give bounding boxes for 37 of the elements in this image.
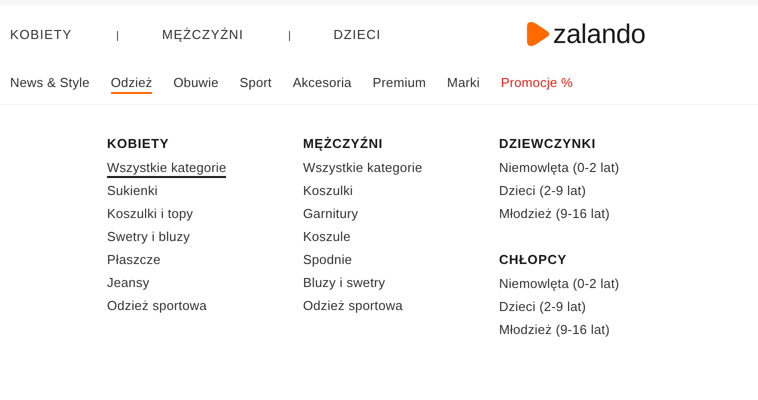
menu-link[interactable]: Spodnie	[303, 252, 352, 270]
menu-link[interactable]: Swetry i bluzy	[107, 229, 190, 247]
menu-link[interactable]: Wszystkie kategorie	[107, 160, 226, 178]
top-nav-link[interactable]: DZIECI	[334, 26, 381, 42]
category-tab[interactable]: Marki	[447, 75, 480, 94]
menu-link[interactable]: Bluzy i swetry	[303, 275, 386, 293]
menu-link[interactable]: Koszulki	[303, 183, 354, 201]
menu-heading: CHŁOPCY	[499, 252, 568, 269]
menu-link[interactable]: Odzież sportowa	[107, 298, 207, 316]
logo-text[interactable]: zalando	[553, 20, 646, 48]
menu-heading: KOBIETY	[107, 136, 170, 153]
menu-link[interactable]: Koszule	[303, 229, 351, 247]
menu-link[interactable]: Garnitury	[303, 206, 358, 224]
menu-link[interactable]: Młodzież (9-16 lat)	[499, 206, 610, 224]
category-tab[interactable]: Akcesoria	[292, 75, 352, 94]
category-tab[interactable]: Obuwie	[173, 75, 219, 94]
category-tab[interactable]: Sport	[240, 75, 272, 94]
menu-link[interactable]: Młodzież (9-16 lat)	[499, 322, 610, 340]
menu-heading: DZIEWCZYNKI	[499, 136, 597, 153]
menu-link[interactable]: Dzieci (2-9 lat)	[499, 183, 586, 201]
menu-link[interactable]: Płaszcze	[107, 252, 161, 270]
menu-link[interactable]: Odzież sportowa	[303, 298, 403, 316]
menu-link[interactable]: Niemowlęta (0-2 lat)	[499, 276, 620, 294]
menu-heading: MĘŻCZYŹNI	[303, 136, 384, 153]
category-tab[interactable]: Promocje %	[500, 75, 573, 94]
menu-link[interactable]: Sukienki	[107, 183, 158, 201]
top-nav-link[interactable]: KOBIETY	[10, 26, 72, 42]
menu-link[interactable]: Jeansy	[107, 275, 150, 293]
category-tab[interactable]: Premium	[372, 75, 426, 94]
menu-link[interactable]: Dzieci (2-9 lat)	[499, 299, 586, 317]
menu-link[interactable]: Niemowlęta (0-2 lat)	[499, 160, 620, 178]
play-logo-icon	[527, 21, 550, 47]
menu-link[interactable]: Wszystkie kategorie	[303, 160, 422, 178]
menu-link[interactable]: Koszulki i topy	[107, 206, 194, 224]
category-tab[interactable]: Odzież	[110, 75, 152, 94]
top-nav-link[interactable]: MĘŻCZYŹNI	[162, 26, 244, 42]
category-tab[interactable]: News & Style	[10, 75, 90, 94]
